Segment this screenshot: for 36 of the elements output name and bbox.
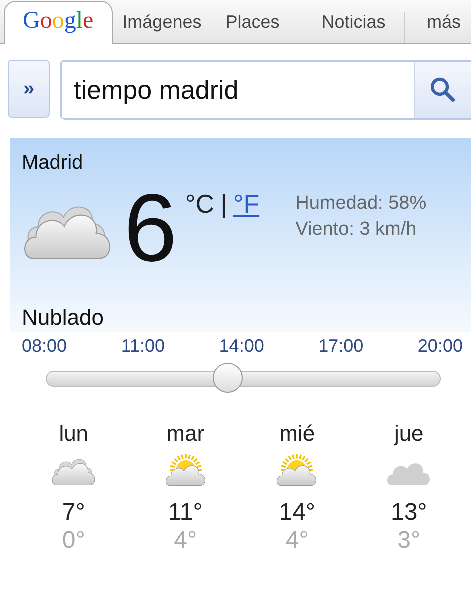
time-label: 20:00 bbox=[418, 336, 463, 357]
high-temperature: 7° bbox=[62, 499, 86, 527]
day-label: lun bbox=[59, 421, 89, 447]
day-label: mar bbox=[166, 421, 205, 447]
slider-thumb[interactable] bbox=[212, 363, 243, 393]
time-label: 14:00 bbox=[219, 336, 264, 357]
low-temperature: 0° bbox=[62, 527, 86, 555]
humidity-text: Humedad: 58% bbox=[296, 193, 427, 215]
temperature: 6 bbox=[124, 187, 178, 271]
nav-tab[interactable]: más bbox=[404, 12, 471, 43]
search-field[interactable]: tiempo madrid bbox=[60, 60, 471, 120]
wind-text: Viento: 3 km/h bbox=[296, 219, 418, 241]
time-label: 11:00 bbox=[121, 336, 166, 357]
high-temperature: 11° bbox=[168, 499, 203, 527]
time-label: 17:00 bbox=[318, 336, 364, 357]
unit-separator: | bbox=[220, 189, 228, 220]
day-label: jue bbox=[394, 421, 424, 447]
low-temperature: 4° bbox=[286, 527, 309, 555]
nav-tab[interactable]: Places bbox=[216, 12, 290, 43]
search-icon bbox=[430, 77, 456, 103]
low-temperature: 4° bbox=[174, 527, 198, 555]
high-temperature: 14° bbox=[279, 499, 316, 527]
city-name: Madrid bbox=[22, 152, 84, 175]
time-slider[interactable] bbox=[46, 363, 441, 395]
nav-tab[interactable]: Noticias bbox=[312, 12, 396, 43]
condition-text: Nublado bbox=[22, 305, 104, 331]
expand-button[interactable]: » bbox=[8, 60, 50, 118]
low-temperature: 3° bbox=[398, 527, 421, 555]
fahrenheit-link[interactable]: °F bbox=[233, 189, 260, 220]
search-button[interactable] bbox=[414, 62, 471, 118]
time-label: 08:00 bbox=[22, 336, 68, 357]
high-temperature: 13° bbox=[390, 499, 428, 527]
celsius-unit: °C bbox=[185, 189, 215, 220]
day-label: mié bbox=[280, 421, 316, 447]
nav-tab[interactable]: Imágenes bbox=[112, 12, 212, 43]
logo-tab[interactable]: Google bbox=[4, 1, 113, 44]
